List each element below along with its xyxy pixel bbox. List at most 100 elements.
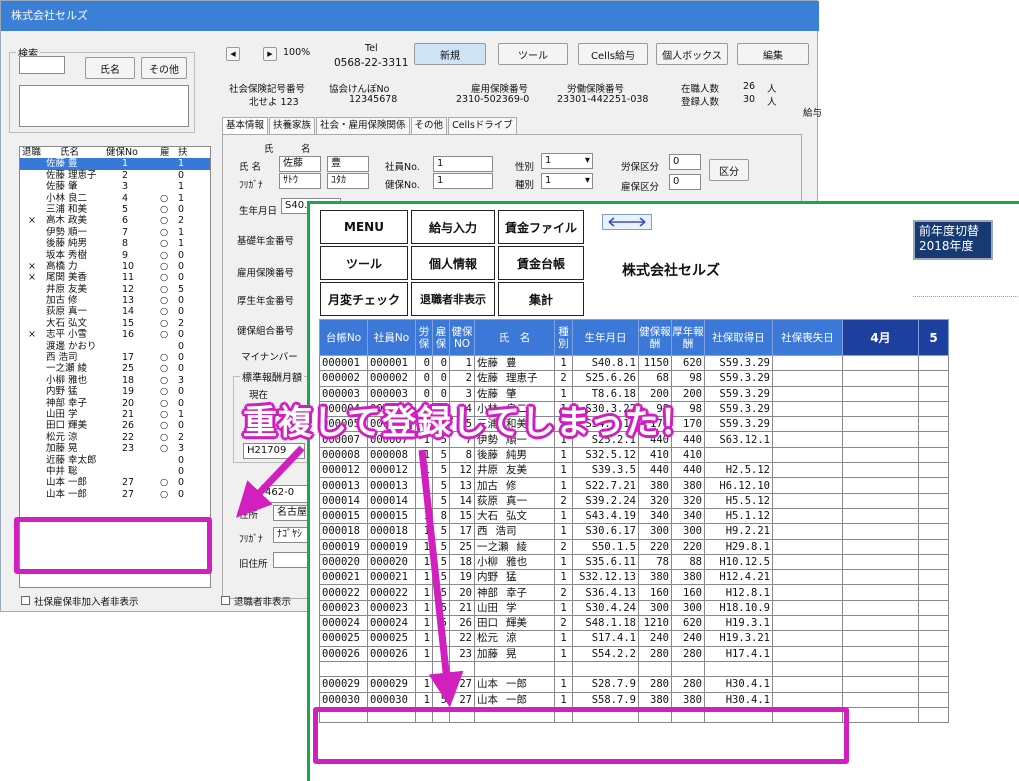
employee-list-item[interactable]: 小林 良二 4 ○ 1 [20, 193, 210, 204]
table-cell[interactable]: S32.5.12 [572, 446, 639, 464]
hide-uninsured-checkbox[interactable] [21, 596, 30, 605]
table-cell[interactable] [918, 354, 949, 372]
table-cell[interactable]: 280 [671, 676, 705, 693]
table-cell[interactable]: 000026 [367, 645, 416, 662]
table-cell[interactable] [842, 584, 919, 601]
table-cell[interactable]: 一之瀬綾 [474, 538, 555, 555]
table-cell[interactable] [772, 492, 843, 509]
table-cell[interactable] [918, 400, 949, 418]
table-cell[interactable]: S58.7.9 [572, 691, 639, 708]
table-cell[interactable] [772, 676, 843, 693]
table-cell[interactable] [319, 660, 368, 678]
table-cell[interactable]: 1210 [638, 615, 672, 632]
table-cell[interactable]: 5 [432, 492, 450, 509]
table-cell[interactable] [918, 584, 949, 601]
table-cell[interactable]: 1 [415, 553, 433, 571]
table-cell[interactable]: 5 [432, 538, 450, 555]
table-cell[interactable] [554, 660, 573, 678]
table-cell[interactable]: 000022 [319, 584, 368, 601]
table-cell[interactable]: S32.12.13 [572, 569, 639, 586]
table-row[interactable]: 000008 000008 1 5 8 後藤 純男 1 S32.5.12 410 410 [319, 446, 949, 464]
table-cell[interactable]: S30.4.24 [572, 599, 639, 617]
genzai-field[interactable]: H21709 [243, 443, 305, 459]
table-cell[interactable]: 1 [554, 569, 573, 586]
table-cell[interactable]: S25.6.26 [572, 370, 639, 387]
table-cell[interactable]: 5 [432, 462, 450, 479]
table-cell[interactable] [367, 660, 416, 678]
tool-button-front[interactable]: ツール [320, 246, 408, 280]
table-cell[interactable] [772, 431, 843, 448]
table-cell[interactable]: S22.7.21 [572, 477, 639, 494]
table-cell[interactable] [772, 599, 843, 617]
table-cell[interactable]: 5 [432, 446, 450, 464]
previous-year-switch-button[interactable]: 前年度切替 2018年度 [913, 220, 993, 260]
table-cell[interactable]: S59.3.29 [704, 416, 773, 433]
table-cell[interactable]: 88 [671, 553, 705, 571]
table-cell[interactable]: 000024 [319, 615, 368, 632]
table-cell[interactable] [772, 615, 843, 632]
table-cell[interactable]: 23 [449, 645, 475, 662]
table-cell[interactable]: 340 [671, 507, 705, 525]
table-cell[interactable] [918, 569, 949, 586]
table-cell[interactable]: 440 [638, 462, 672, 479]
nav-next-button[interactable]: ▶ [263, 47, 277, 61]
employee-list-item[interactable]: 大石 弘文 15 ○ 2 [20, 318, 210, 329]
table-cell[interactable]: H2.5.12 [704, 462, 773, 479]
table-cell[interactable]: 160 [638, 584, 672, 601]
table-cell[interactable] [772, 584, 843, 601]
table-cell[interactable]: S28.7.9 [572, 676, 639, 693]
tool-button[interactable]: ツール [498, 43, 568, 65]
table-cell[interactable]: 410 [671, 446, 705, 464]
table-cell[interactable]: 1 [415, 446, 433, 464]
table-row[interactable]: 000024 000024 1 5 26 田口 輝美 2 S48.1.18 1210 620 H19.… [319, 615, 949, 632]
table-cell[interactable]: H30.4.1 [704, 676, 773, 693]
table-cell[interactable]: 380 [638, 477, 672, 494]
tab-cells-drive[interactable]: Cellsドライブ [448, 117, 517, 135]
table-cell[interactable]: H17.4.1 [704, 645, 773, 662]
table-cell[interactable] [918, 676, 949, 693]
getsuhen-check-button[interactable]: 月変チェック [320, 282, 408, 316]
table-cell[interactable]: 1 [415, 691, 433, 708]
employee-list-item[interactable]: 山田 学 21 ○ 1 [20, 409, 210, 420]
menu-button[interactable]: MENU [320, 210, 408, 244]
table-cell[interactable] [918, 615, 949, 632]
table-cell[interactable]: 26 [449, 615, 475, 632]
search-name-button[interactable]: 氏名 [85, 57, 135, 79]
shukei-button[interactable]: 集計 [498, 282, 584, 316]
table-cell[interactable] [918, 462, 949, 479]
koho-field[interactable]: 0 [669, 174, 701, 190]
table-cell[interactable] [918, 706, 949, 724]
table-cell[interactable] [772, 400, 843, 418]
table-row[interactable]: 000021 000021 1 5 19 内野猛 1 S32.12.13 380 380 H12.4… [319, 569, 949, 586]
table-cell[interactable]: H9.2.21 [704, 523, 773, 540]
table-row[interactable]: 000022 000022 1 5 20 神部 幸子 2 S36.4.13 160 160 H12.8… [319, 584, 949, 601]
table-cell[interactable]: S39.2.24 [572, 492, 639, 509]
table-cell[interactable]: 1 [415, 492, 433, 509]
table-cell[interactable]: 5 [432, 645, 450, 662]
chingin-file-button[interactable]: 賃金ファイル [498, 210, 584, 244]
table-row[interactable]: 000025 000025 1 5 22 松元涼 1 S17.4.1 240 240 H19.3.2… [319, 630, 949, 647]
table-cell[interactable]: 000001 [367, 354, 416, 372]
table-cell[interactable]: 2 [554, 538, 573, 555]
table-cell[interactable]: 000015 [367, 507, 416, 525]
table-cell[interactable]: S59.3.29 [704, 385, 773, 402]
employee-list-item[interactable]: 加古 修 13 ○ 0 [20, 295, 210, 306]
table-row[interactable]: 000015 000015 1 8 15 大石 弘文 1 S43.4.19 340 340 H5.1.… [319, 507, 949, 525]
table-cell[interactable]: 0 [415, 354, 433, 372]
table-cell[interactable] [918, 630, 949, 647]
table-cell[interactable]: 300 [671, 523, 705, 540]
hide-retired-button[interactable]: 退職者非表示 [411, 282, 495, 316]
table-cell[interactable]: 1 [554, 553, 573, 571]
table-cell[interactable] [772, 569, 843, 586]
table-row[interactable]: 000023 000023 1 5 21 山田学 1 S30.4.24 300 300 H18.10… [319, 599, 949, 617]
table-cell[interactable]: 2 [554, 370, 573, 387]
table-cell[interactable]: S59.3.29 [704, 400, 773, 418]
table-cell[interactable] [842, 507, 919, 525]
table-cell[interactable] [772, 660, 843, 678]
table-cell[interactable]: 12 [449, 462, 475, 479]
table-cell[interactable]: 000019 [319, 538, 368, 555]
table-cell[interactable]: 620 [671, 615, 705, 632]
table-cell[interactable]: 1 [554, 462, 573, 479]
table-cell[interactable]: 25 [449, 538, 475, 555]
table-cell[interactable] [772, 630, 843, 647]
